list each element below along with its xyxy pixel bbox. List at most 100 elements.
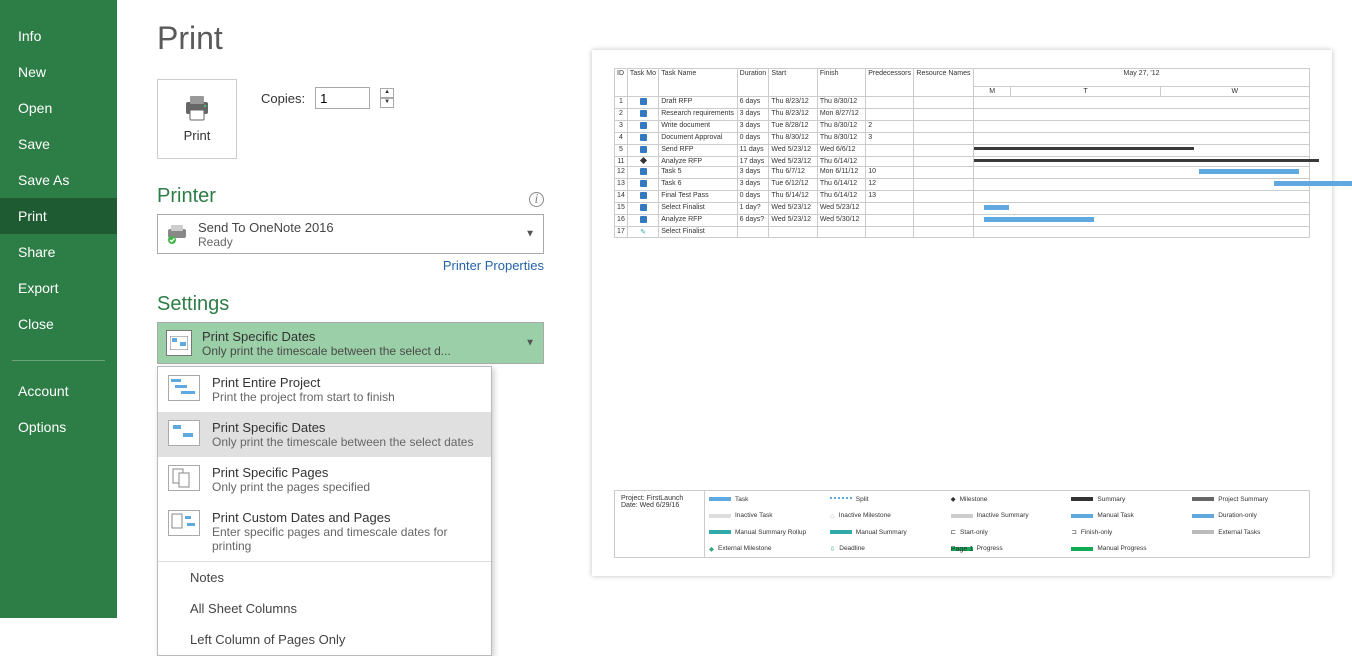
col-taskmode: Task Mo bbox=[627, 69, 658, 97]
copies-input[interactable] bbox=[315, 87, 370, 109]
option-sub: Only print the timescale between the sel… bbox=[212, 435, 473, 449]
legend-project: Project: FirstLaunch bbox=[621, 495, 698, 502]
table-row: 3Write document3 daysTue 8/28/12Thu 8/30… bbox=[615, 121, 1310, 133]
option-print-entire-project[interactable]: Print Entire Project Print the project f… bbox=[158, 367, 491, 412]
preview-page: ID Task Mo Task Name Duration Start Fini… bbox=[592, 50, 1332, 576]
table-row: 13Task 63 daysTue 6/12/12Thu 6/14/1212 bbox=[615, 179, 1310, 191]
legend-item: Duration-only bbox=[1188, 508, 1309, 525]
table-row: 1Draft RFP6 daysThu 8/23/12Thu 8/30/12 bbox=[615, 97, 1310, 109]
legend-item: Manual Summary Rollup bbox=[705, 524, 826, 541]
col-taskname: Task Name bbox=[659, 69, 737, 97]
print-preview: ID Task Mo Task Name Duration Start Fini… bbox=[572, 0, 1352, 618]
gantt-bar bbox=[1274, 181, 1352, 186]
timescale-label: May 27, '12 bbox=[974, 69, 1310, 87]
table-row: 15Select Finalist1 day?Wed 5/23/12Wed 5/… bbox=[615, 203, 1310, 215]
gantt-bar bbox=[984, 217, 1094, 222]
legend-item: Split bbox=[826, 491, 947, 508]
sidebar-item-export[interactable]: Export bbox=[0, 270, 117, 306]
date-range-icon bbox=[166, 330, 192, 356]
custom-range-icon bbox=[168, 510, 200, 536]
settings-selected-title: Print Specific Dates bbox=[202, 329, 451, 344]
option-title: Print Entire Project bbox=[212, 375, 395, 390]
option-print-specific-pages[interactable]: Print Specific Pages Only print the page… bbox=[158, 457, 491, 502]
gantt-table: ID Task Mo Task Name Duration Start Fini… bbox=[614, 68, 1310, 238]
legend-item: ⊏Start-only bbox=[947, 524, 1068, 541]
sidebar-item-close[interactable]: Close bbox=[0, 306, 117, 342]
table-row: 11Analyze RFP17 daysWed 5/23/12Thu 6/14/… bbox=[615, 157, 1310, 167]
chevron-down-icon: ▼ bbox=[525, 338, 535, 349]
sidebar-item-account[interactable]: Account bbox=[0, 373, 117, 409]
print-button[interactable]: Print bbox=[157, 79, 237, 159]
col-predecessors: Predecessors bbox=[866, 69, 914, 97]
printer-name: Send To OneNote 2016 bbox=[198, 220, 334, 235]
sidebar-item-info[interactable]: Info bbox=[0, 18, 117, 54]
info-icon[interactable]: i bbox=[529, 192, 544, 207]
printer-status: Ready bbox=[198, 235, 334, 249]
sidebar-item-share[interactable]: Share bbox=[0, 234, 117, 270]
gantt-bar bbox=[984, 205, 1009, 210]
page-title: Print bbox=[157, 20, 544, 57]
printer-section-title: Printer bbox=[157, 185, 216, 208]
option-sub: Only print the pages specified bbox=[212, 480, 370, 494]
table-row: 16Analyze RFP6 days?Wed 5/23/12Wed 5/30/… bbox=[615, 215, 1310, 227]
option-print-specific-dates[interactable]: Print Specific Dates Only print the time… bbox=[158, 412, 491, 457]
printer-icon bbox=[182, 96, 212, 122]
sidebar-item-save-as[interactable]: Save As bbox=[0, 162, 117, 198]
page-number: Page 1 bbox=[615, 546, 1309, 553]
option-print-custom-dates-pages[interactable]: Print Custom Dates and Pages Enter speci… bbox=[158, 502, 491, 561]
table-row: 4Document Approval0 daysThu 8/30/12Thu 8… bbox=[615, 133, 1310, 145]
settings-range-dropdown[interactable]: Print Specific Dates Only print the time… bbox=[157, 322, 544, 364]
option-title: Print Specific Pages bbox=[212, 465, 370, 480]
sidebar-item-open[interactable]: Open bbox=[0, 90, 117, 126]
date-range-icon bbox=[168, 420, 200, 446]
sidebar-item-options[interactable]: Options bbox=[0, 409, 117, 445]
settings-selected-sub: Only print the timescale between the sel… bbox=[202, 344, 451, 358]
table-row: 2Research requirements3 daysThu 8/23/12M… bbox=[615, 109, 1310, 121]
col-id: ID bbox=[615, 69, 628, 97]
gantt-bar bbox=[974, 147, 1194, 150]
tl-day: W bbox=[1160, 87, 1309, 97]
settings-range-dropdown-panel: Print Entire Project Print the project f… bbox=[157, 366, 492, 656]
legend-item: Summary bbox=[1067, 491, 1188, 508]
option-all-sheet-columns[interactable]: All Sheet Columns bbox=[158, 593, 491, 624]
pages-icon bbox=[168, 465, 200, 491]
legend-item: ◇Inactive Milestone bbox=[826, 508, 947, 525]
copies-label: Copies: bbox=[261, 91, 305, 106]
tl-day: M bbox=[974, 87, 1011, 97]
backstage-sidebar: Info New Open Save Save As Print Share E… bbox=[0, 0, 117, 618]
table-row: 5Send RFP11 daysWed 5/23/12Wed 6/6/12 bbox=[615, 145, 1310, 157]
legend-item: External Tasks bbox=[1188, 524, 1309, 541]
col-duration: Duration bbox=[737, 69, 769, 97]
option-title: Print Specific Dates bbox=[212, 420, 473, 435]
settings-section-title: Settings bbox=[157, 293, 544, 316]
option-sub: Print the project from start to finish bbox=[212, 390, 395, 404]
chevron-down-icon[interactable]: ▼ bbox=[380, 98, 394, 108]
option-notes[interactable]: Notes bbox=[158, 562, 491, 593]
legend-item: Manual Task bbox=[1067, 508, 1188, 525]
legend-item: Task bbox=[705, 491, 826, 508]
table-row: 17✎Select Finalist bbox=[615, 227, 1310, 238]
sidebar-divider bbox=[12, 360, 105, 361]
print-button-label: Print bbox=[184, 128, 211, 143]
gantt-bar bbox=[1199, 169, 1299, 174]
printer-dropdown[interactable]: Send To OneNote 2016 Ready ▼ bbox=[157, 214, 544, 254]
legend-item: ⊐Finish-only bbox=[1067, 524, 1188, 541]
table-row: 12Task 53 daysThu 6/7/12Mon 6/11/1210 bbox=[615, 167, 1310, 179]
sidebar-item-save[interactable]: Save bbox=[0, 126, 117, 162]
chevron-up-icon[interactable]: ▲ bbox=[380, 88, 394, 98]
sidebar-item-new[interactable]: New bbox=[0, 54, 117, 90]
legend-item: Inactive Task bbox=[705, 508, 826, 525]
printer-status-icon bbox=[166, 223, 188, 245]
legend-item: ◆Milestone bbox=[947, 491, 1068, 508]
legend-item: Inactive Summary bbox=[947, 508, 1068, 525]
gantt-bar bbox=[974, 159, 1319, 162]
sidebar-item-print[interactable]: Print bbox=[0, 198, 117, 234]
legend-item: Manual Summary bbox=[826, 524, 947, 541]
option-sub: Enter specific pages and timescale dates… bbox=[212, 525, 481, 553]
copies-spinner[interactable]: ▲ ▼ bbox=[380, 88, 394, 108]
tl-day: T bbox=[1011, 87, 1160, 97]
option-title: Print Custom Dates and Pages bbox=[212, 510, 481, 525]
legend: Project: FirstLaunch Date: Wed 6/29/16 T… bbox=[614, 490, 1310, 558]
option-left-column-pages-only[interactable]: Left Column of Pages Only bbox=[158, 624, 491, 655]
printer-properties-link[interactable]: Printer Properties bbox=[157, 258, 544, 273]
